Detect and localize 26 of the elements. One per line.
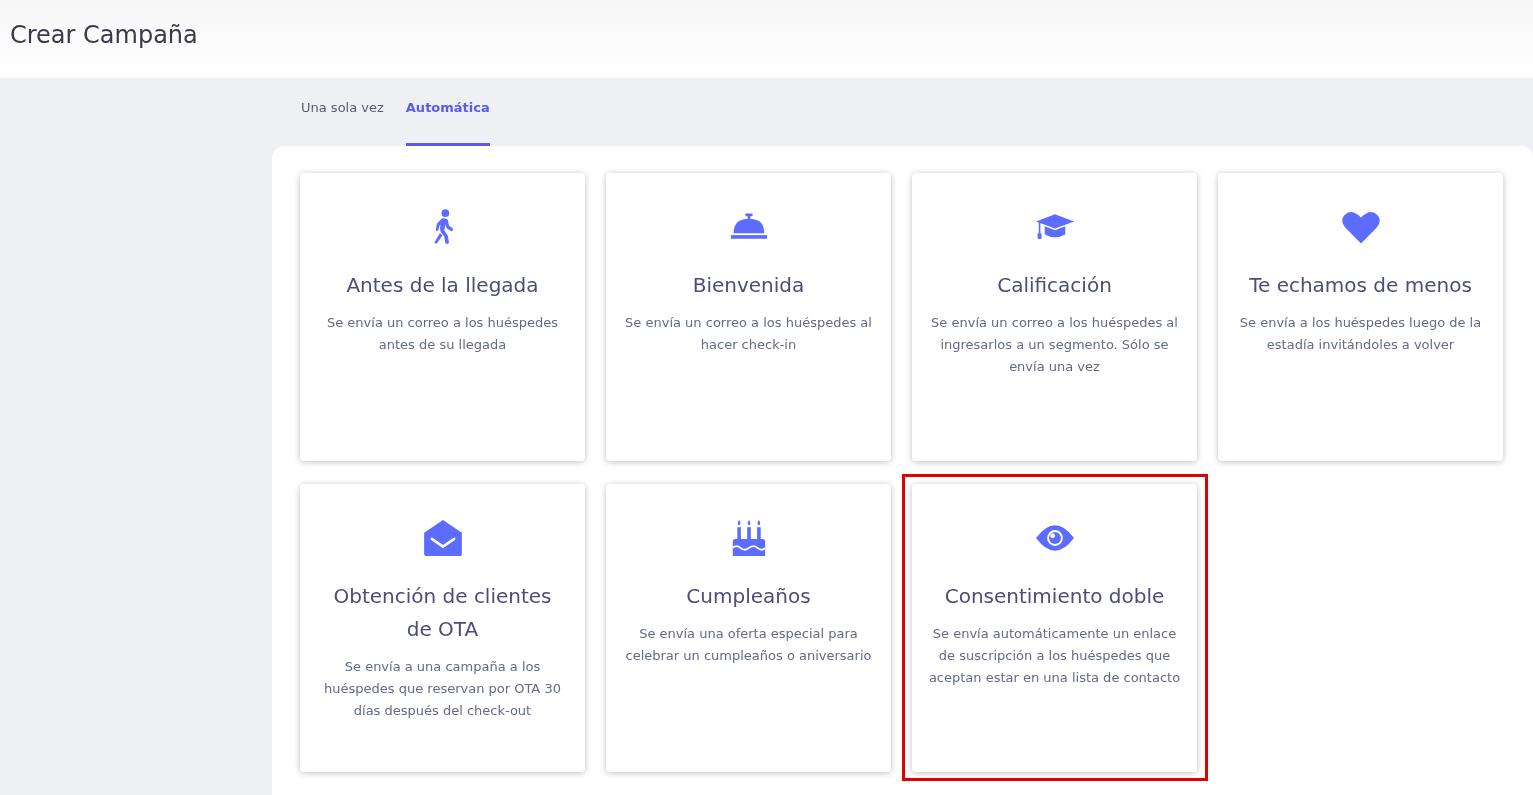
card-description: Se envía a los huéspedes luego de la estadía invitándoles a volver bbox=[1238, 314, 1483, 354]
card-title: Bienvenida bbox=[691, 272, 806, 299]
card-title: Antes de la llegada bbox=[345, 272, 540, 299]
campaign-card[interactable]: Consentimiento doble Se envía automáticamente un enlace de suscripción a los huéspedes que aceptan estar en una lista de contacto bbox=[912, 484, 1197, 772]
card-description: Se envía un correo a los huéspedes al ingresarlos a un segmento. Sólo se envía una vez bbox=[930, 314, 1179, 376]
campaign-card[interactable]: Obtención de clientes de OTA Se envía a una campaña a los huéspedes que reservan por OTA 30 días después del check-out bbox=[300, 484, 585, 772]
campaign-card[interactable]: Calificación Se envía un correo a los huéspedes al ingresarlos a un segmento. Sólo se envía una vez bbox=[912, 173, 1197, 461]
card-title: Obtención de clientes de OTA bbox=[332, 583, 553, 643]
card-title: Consentimiento doble bbox=[943, 583, 1166, 610]
card-title: Calificación bbox=[996, 272, 1113, 299]
birthday-cake-icon bbox=[729, 520, 768, 556]
tab[interactable]: Una sola vez bbox=[301, 78, 384, 146]
card-description: Se envía a una campaña a los huéspedes que reservan por OTA 30 días después del check-out bbox=[323, 658, 562, 720]
campaign-card[interactable]: Bienvenida Se envía un correo a los huéspedes al hacer check-in bbox=[606, 173, 891, 461]
card-title: Te echamos de menos bbox=[1248, 272, 1473, 299]
card-description: Se envía un correo a los huéspedes antes de su llegada bbox=[325, 314, 560, 354]
card-description: Se envía un correo a los huéspedes al hacer check-in bbox=[624, 314, 873, 354]
campaign-card[interactable]: Antes de la llegada Se envía un correo a los huéspedes antes de su llegada bbox=[300, 173, 585, 461]
card-description: Se envía automáticamente un enlace de suscripción a los huéspedes que aceptan estar en una lista de contacto bbox=[928, 625, 1181, 687]
campaign-card[interactable]: Te echamos de menos Se envía a los huéspedes luego de la estadía invitándoles a volver bbox=[1218, 173, 1503, 461]
envelope-icon bbox=[423, 520, 462, 556]
page-title: Crear Campaña bbox=[10, 21, 198, 49]
card-description: Se envía una oferta especial para celebrar un cumpleaños o aniversario bbox=[624, 625, 873, 665]
card-title: Cumpleaños bbox=[685, 583, 812, 610]
heart-icon bbox=[1341, 209, 1380, 245]
campaign-card[interactable]: Cumpleaños Se envía una oferta especial para celebrar un cumpleaños o aniversario bbox=[606, 484, 891, 772]
